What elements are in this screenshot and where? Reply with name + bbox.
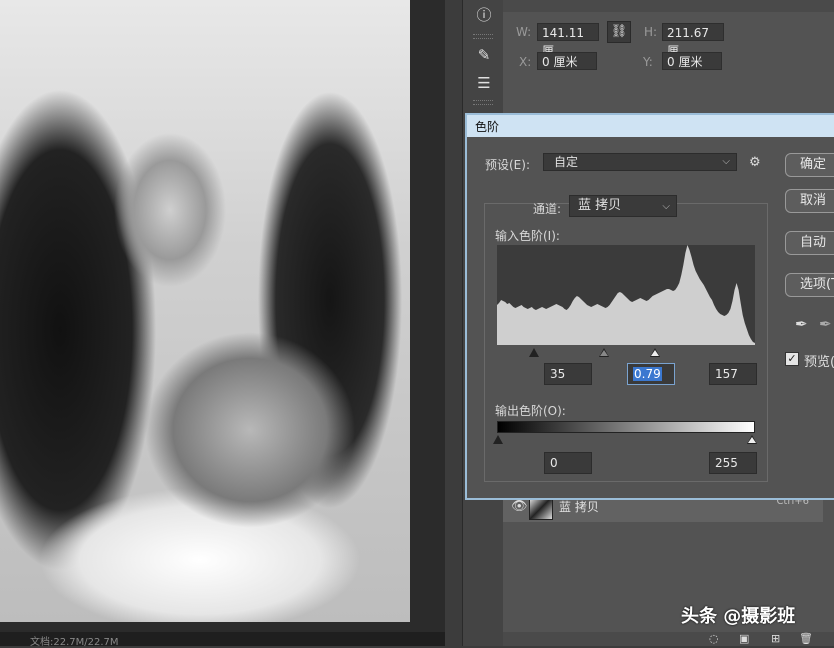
input-white-slider-fill — [651, 350, 659, 356]
strip-separator — [473, 100, 493, 105]
new-layer-icon[interactable]: ⊞ — [771, 632, 780, 645]
layers-toolbar: ◌ ▣ ⊞ 🗑 — [503, 632, 834, 646]
input-mid-value: 0.79 — [633, 367, 662, 381]
width-label: W: — [516, 25, 532, 39]
y-label: Y: — [643, 55, 653, 69]
link-dimensions-icon[interactable]: ⛓ — [607, 21, 631, 43]
options-button[interactable]: 选项(T)... — [785, 273, 834, 297]
trash-icon[interactable]: 🗑 — [799, 632, 813, 645]
input-white-field[interactable]: 157 — [709, 363, 757, 385]
input-levels-label: 输入色阶(I): — [495, 229, 560, 243]
input-black-field[interactable]: 35 — [544, 363, 592, 385]
layer-name: 蓝 拷贝 — [559, 500, 599, 514]
brush-preset-icon[interactable]: ✎ — [473, 44, 495, 66]
preset-select[interactable]: 自定 ⌵ — [543, 153, 737, 171]
dialog-title: 色阶 — [475, 120, 500, 134]
properties-header — [503, 0, 834, 12]
chevron-down-icon: ⌵ — [722, 156, 730, 167]
histogram-shape — [497, 245, 755, 345]
width-field[interactable]: 141.11 厘 — [537, 23, 599, 58]
eye-icon[interactable]: 👁 — [511, 499, 528, 514]
strip-separator — [473, 34, 493, 39]
watermark-text: 头条 @摄影班 — [681, 606, 796, 627]
auto-button[interactable]: 自动 — [785, 231, 834, 255]
output-white-slider-fill — [748, 437, 756, 443]
ok-button[interactable]: 确定 — [785, 153, 834, 177]
photo-canvas[interactable] — [0, 0, 410, 622]
input-gray-slider-fill — [600, 350, 608, 356]
dialog-titlebar[interactable]: 色阶 — [467, 115, 834, 137]
document-canvas-area[interactable]: 文档:22.7M/22.7M — [0, 0, 445, 648]
preview-label: 预览(P) — [804, 355, 834, 370]
selection-icon[interactable]: ◌ — [709, 632, 719, 645]
cancel-button[interactable]: 取消 — [785, 189, 834, 213]
output-gradient-bar — [497, 421, 755, 433]
output-white-field[interactable]: 255 — [709, 452, 757, 474]
input-black-slider[interactable] — [529, 348, 539, 357]
chevron-down-icon: ⌵ — [662, 201, 670, 212]
channel-value: 蓝 拷贝 — [578, 198, 622, 213]
black-eyedropper-icon[interactable]: ✒ — [795, 315, 808, 333]
preset-label: 预设(E): — [485, 158, 530, 172]
x-field[interactable]: 0 厘米 — [537, 52, 597, 70]
y-field[interactable]: 0 厘米 — [662, 52, 722, 70]
status-bar: 文档:22.7M/22.7M — [0, 632, 445, 648]
input-mid-field[interactable]: 0.79 — [627, 363, 675, 385]
mask-icon[interactable]: ▣ — [739, 632, 749, 645]
height-field[interactable]: 211.67 厘 — [662, 23, 724, 58]
preset-value: 自定 — [554, 155, 579, 169]
x-label: X: — [519, 55, 532, 69]
preview-checkbox[interactable]: ✓ — [785, 352, 799, 366]
levels-dialog: 色阶 预设(E): 自定 ⌵ ⚙ 确定 取消 自动 选项(T)... ✒ ✒ ✓… — [465, 113, 834, 500]
adjustments-icon[interactable]: ☰ — [473, 72, 495, 94]
output-levels-label: 输出色阶(O): — [495, 404, 566, 418]
output-black-field[interactable]: 0 — [544, 452, 592, 474]
gear-icon[interactable]: ⚙ — [749, 155, 761, 170]
channel-select[interactable]: 蓝 拷贝 ⌵ — [569, 195, 677, 217]
height-label: H: — [644, 25, 658, 39]
info-icon[interactable]: ⓘ — [473, 4, 495, 26]
gray-eyedropper-icon[interactable]: ✒ — [819, 315, 832, 333]
channel-label: 通道: — [533, 202, 562, 216]
histogram — [497, 245, 755, 345]
output-black-slider[interactable] — [493, 435, 503, 444]
